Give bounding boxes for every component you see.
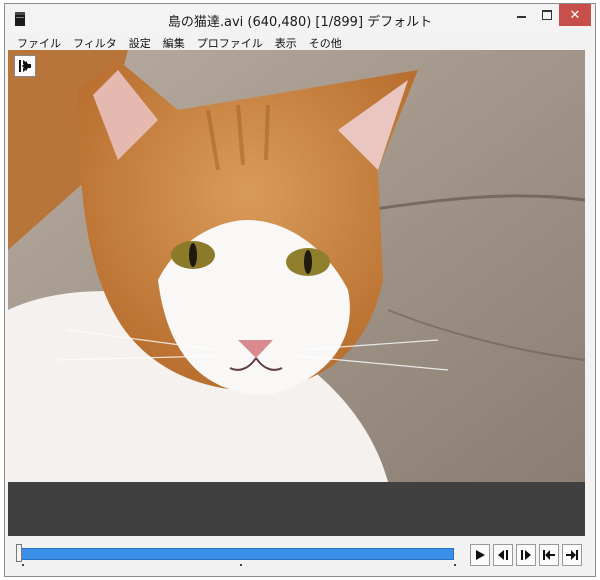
- jump-last-icon: [566, 550, 578, 560]
- seek-bar[interactable]: [18, 548, 454, 560]
- prev-frame-icon: [498, 550, 508, 560]
- video-frame-image: [8, 50, 585, 482]
- close-icon: ✕: [569, 7, 581, 23]
- prev-frame-button[interactable]: [493, 544, 513, 566]
- cat-image: [8, 50, 585, 482]
- play-icon: [476, 550, 485, 560]
- next-frame-icon: [521, 550, 531, 560]
- title-bar[interactable]: 島の猫達.avi (640,480) [1/899] デフォルト ✕: [5, 4, 595, 34]
- maximize-icon: [542, 10, 552, 20]
- close-button[interactable]: ✕: [559, 4, 591, 26]
- minimize-button[interactable]: [507, 4, 535, 26]
- jump-first-icon: [543, 550, 555, 560]
- jump-first-button[interactable]: [539, 544, 559, 566]
- jump-to-start-button[interactable]: [14, 55, 36, 77]
- play-button[interactable]: [470, 544, 490, 566]
- minimize-icon: [516, 16, 526, 18]
- status-panel: [8, 482, 585, 536]
- jump-last-button[interactable]: [562, 544, 582, 566]
- seek-tick: [454, 564, 456, 566]
- next-frame-button[interactable]: [516, 544, 536, 566]
- seek-thumb[interactable]: [16, 544, 22, 562]
- maximize-button[interactable]: [535, 4, 559, 26]
- seek-tick: [240, 564, 242, 566]
- playback-controls: [8, 538, 585, 572]
- seek-tick: [22, 564, 24, 566]
- jump-to-start-icon: [19, 60, 31, 72]
